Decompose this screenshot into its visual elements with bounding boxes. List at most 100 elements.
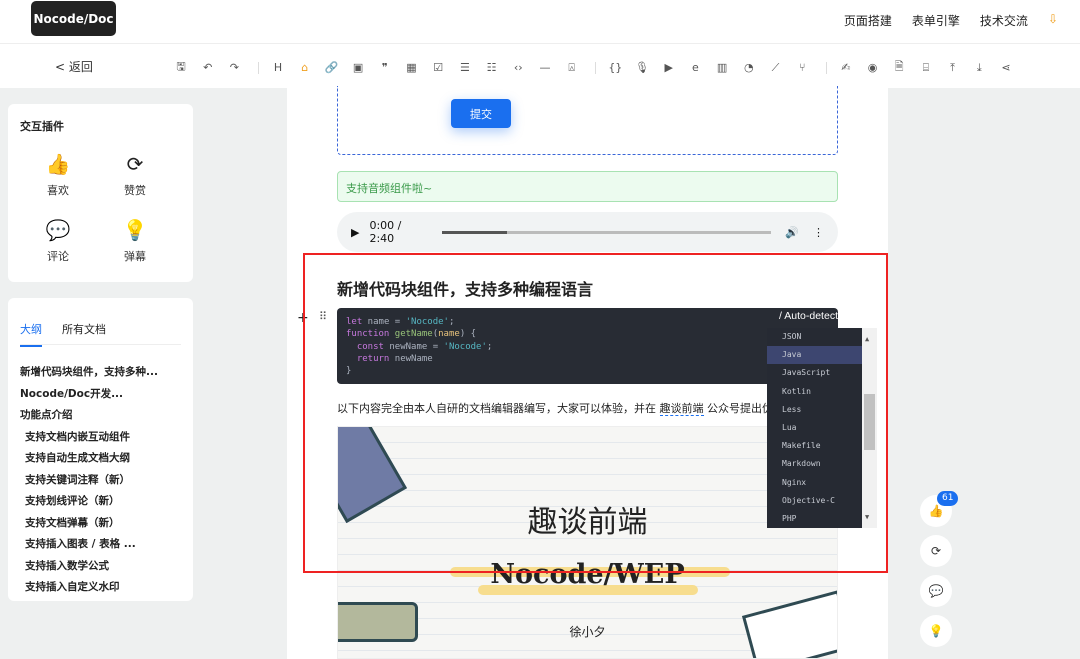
outline-item[interactable]: 支持插入自定义水印 bbox=[20, 577, 158, 599]
divider-icon[interactable]: — bbox=[534, 61, 556, 74]
audio-time: 0:00 / 2:40 bbox=[369, 219, 402, 245]
outline-item[interactable]: 支持划线评论（新） bbox=[20, 491, 158, 513]
pie-chart-icon[interactable]: ◔ bbox=[738, 61, 760, 74]
interactive-plugins-panel: 交互插件 👍 喜欢 ⟳ 赞赏 💬 评论 💡 弹幕 bbox=[8, 104, 193, 282]
notice-banner: 支持音频组件啦~ bbox=[337, 171, 838, 202]
thumbs-up-icon: 👍 bbox=[928, 504, 944, 518]
checkbox-icon[interactable]: ☑ bbox=[427, 61, 449, 74]
bullet-list-icon[interactable]: ☷ bbox=[481, 61, 503, 74]
save-icon[interactable]: 🖫 bbox=[170, 58, 192, 77]
play-icon[interactable]: ▶ bbox=[351, 226, 359, 239]
comment-icon: 💬 bbox=[928, 584, 944, 598]
more-icon[interactable]: ⋮ bbox=[813, 226, 824, 239]
outline-item[interactable]: 支持文档弹幕（新） bbox=[20, 513, 158, 535]
dropdown-scrollbar[interactable]: ▲ ▼ bbox=[862, 328, 877, 528]
comment-icon: 💬 bbox=[45, 218, 71, 242]
line-chart-icon[interactable]: ⟋ bbox=[764, 61, 786, 75]
video-icon[interactable]: ▶ bbox=[658, 61, 680, 74]
language-option[interactable]: Makefile bbox=[767, 437, 862, 455]
redo-icon[interactable]: ↷ bbox=[223, 61, 245, 74]
upload-icon[interactable]: ⤒ bbox=[942, 61, 964, 75]
browser-icon[interactable]: e bbox=[684, 61, 706, 74]
code-inline-icon[interactable]: ‹› bbox=[507, 61, 529, 74]
nav-page-builder[interactable]: 页面搭建 bbox=[844, 12, 892, 29]
code-block-icon[interactable]: {} bbox=[604, 61, 626, 74]
outline-item[interactable]: 支持关键词注释（新） bbox=[20, 470, 158, 492]
outline-list: 新增代码块组件，支持多种... Nocode/Doc开发... 功能点介绍 支持文档内… bbox=[20, 362, 158, 599]
markdown-file-icon[interactable]: 🗎 bbox=[888, 58, 910, 77]
image-author: 徐小夕 bbox=[569, 625, 606, 639]
bookmark-icon[interactable]: ⇩ bbox=[1048, 12, 1058, 29]
reward-icon: ⟳ bbox=[126, 152, 144, 176]
outline-item[interactable]: 支持自动生成文档大纲 bbox=[20, 448, 158, 470]
language-dropdown: JSON Java JavaScript Kotlin Less Lua Makefile M… bbox=[767, 328, 877, 528]
language-option[interactable]: Less bbox=[767, 401, 862, 419]
thumbs-up-icon: 👍 bbox=[45, 152, 71, 176]
language-option[interactable]: Java bbox=[767, 346, 862, 365]
microphone-icon[interactable]: 🎙 bbox=[631, 61, 653, 74]
reward-fab[interactable]: ⟳ bbox=[920, 535, 952, 567]
language-option[interactable]: Lua bbox=[767, 419, 862, 437]
submit-button[interactable]: 提交 bbox=[451, 99, 511, 128]
toolbar-separator bbox=[258, 61, 260, 74]
plugin-reward[interactable]: ⟳ 赞赏 bbox=[105, 152, 165, 198]
quote-icon[interactable]: ❞ bbox=[374, 61, 396, 74]
lightbulb-icon: 💡 bbox=[122, 218, 148, 242]
language-option[interactable]: JSON bbox=[767, 328, 862, 346]
plugin-label: 评论 bbox=[47, 250, 69, 263]
language-option[interactable]: Markdown bbox=[767, 455, 862, 473]
preview-icon[interactable]: ◉ bbox=[862, 61, 884, 74]
top-header: Nocode/Doc 页面搭建 表单引擎 技术交流 ⇩ bbox=[0, 0, 1080, 44]
outline-item[interactable]: 新增代码块组件，支持多种... bbox=[20, 362, 158, 384]
plugin-comment[interactable]: 💬 评论 bbox=[28, 218, 88, 264]
image-icon[interactable]: ▣ bbox=[347, 61, 369, 74]
language-option[interactable]: Nginx bbox=[767, 474, 862, 492]
language-option[interactable]: PHP bbox=[767, 510, 862, 528]
outline-item[interactable]: 支持插入数学公式 bbox=[20, 556, 158, 578]
language-option[interactable]: Kotlin bbox=[767, 383, 862, 401]
plugin-danmaku[interactable]: 💡 弹幕 bbox=[105, 218, 165, 264]
plugin-like[interactable]: 👍 喜欢 bbox=[28, 152, 88, 198]
plugin-label: 弹幕 bbox=[124, 250, 146, 263]
plugin-label: 赞赏 bbox=[124, 184, 146, 197]
sign-icon[interactable]: ✍ bbox=[835, 61, 857, 74]
volume-icon[interactable]: 🔊 bbox=[785, 226, 799, 239]
plugin-label: 喜欢 bbox=[47, 184, 69, 197]
comment-fab[interactable]: 💬 bbox=[920, 575, 952, 607]
outline-panel: 大纲 所有文档 新增代码块组件，支持多种... Nocode/Doc开发... 功能点… bbox=[8, 298, 193, 601]
reward-icon: ⟳ bbox=[930, 544, 942, 558]
link-icon[interactable]: 🔗 bbox=[320, 61, 342, 74]
alarm-icon[interactable]: ⍓ bbox=[561, 61, 583, 75]
outline-item[interactable]: 支持插入图表 / 表格 ... bbox=[20, 534, 158, 556]
highlight-icon[interactable]: ⌂ bbox=[294, 61, 316, 74]
like-count-badge: 61 bbox=[937, 491, 959, 506]
branch-icon[interactable]: ⑂ bbox=[791, 61, 813, 74]
embedded-form-block: 提交 bbox=[337, 86, 838, 155]
outline-item[interactable]: 支持文档内嵌互动组件 bbox=[20, 427, 158, 449]
undo-icon[interactable]: ↶ bbox=[197, 61, 219, 74]
audio-player: ▶ 0:00 / 2:40 🔊 ⋮ bbox=[337, 212, 838, 252]
divider bbox=[20, 344, 181, 345]
danmaku-fab[interactable]: 💡 bbox=[920, 615, 952, 647]
logo[interactable]: Nocode/Doc bbox=[31, 1, 116, 36]
outline-item[interactable]: Nocode/Doc开发... bbox=[20, 384, 158, 406]
ordered-list-icon[interactable]: ☰ bbox=[454, 61, 476, 74]
outline-item[interactable]: 功能点介绍 bbox=[20, 405, 158, 427]
panel-title: 交互插件 bbox=[20, 120, 64, 133]
toolbar-separator bbox=[595, 61, 597, 74]
download-icon[interactable]: ⤓ bbox=[968, 61, 990, 75]
audio-progress-slider[interactable] bbox=[441, 230, 772, 234]
share-icon[interactable]: ⋖ bbox=[995, 61, 1017, 74]
language-option[interactable]: Objective-C bbox=[767, 492, 862, 510]
nav-form-engine[interactable]: 表单引擎 bbox=[912, 12, 960, 29]
toolbar-separator bbox=[825, 61, 827, 74]
toolbar-icons: 🖫 ↶ ↷ H ⌂ 🔗 ▣ ❞ ▦ ☑ ☰ ☷ ‹› — ⍓ {} 🎙 ▶ e ▥ ◔ ⟋ ⑂ ✍ ◉ 🗎 ⌸ ⤒ ⤓ ⋖ bbox=[170, 58, 1022, 77]
language-option[interactable]: JavaScript bbox=[767, 364, 862, 382]
clean-icon[interactable]: ⌸ bbox=[915, 61, 937, 75]
heading-icon[interactable]: H bbox=[267, 61, 289, 74]
bar-chart-icon[interactable]: ▥ bbox=[711, 61, 733, 74]
top-nav: 页面搭建 表单引擎 技术交流 ⇩ bbox=[844, 12, 1058, 29]
nav-tech-exchange[interactable]: 技术交流 bbox=[980, 12, 1028, 29]
table-icon[interactable]: ▦ bbox=[401, 61, 423, 74]
back-button[interactable]: < 返回 bbox=[55, 58, 93, 75]
